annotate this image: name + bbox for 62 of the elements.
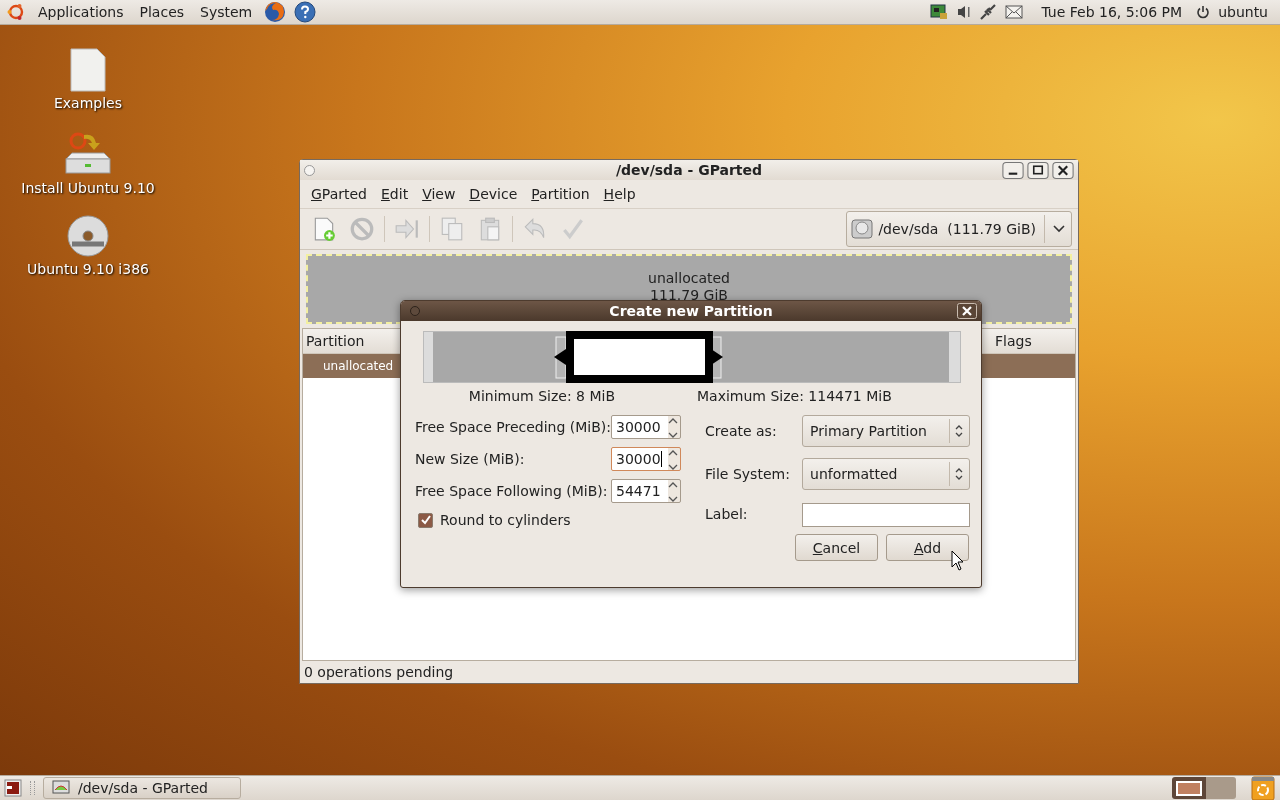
dialog-button[interactable]: Add [886,534,969,561]
chevron-down-icon [1053,225,1065,233]
field-label: Free Space Following (MiB): [415,483,608,499]
spin-field[interactable]: 30000 [611,447,682,471]
up-down-arrows-icon [954,466,965,482]
envelope-icon[interactable] [1005,5,1024,19]
dropdown[interactable]: unformatted [802,458,971,490]
partition-size: 111.79 GiB [650,287,728,304]
workspace-switcher[interactable] [1172,777,1236,799]
checkbox[interactable] [418,512,433,528]
field-label: Create as: [705,423,778,440]
partition-name: unallocated [648,270,730,287]
show-desktop-icon[interactable] [4,779,22,797]
dialog-button[interactable]: Cancel [795,534,878,561]
minimum-size-text: Minimum Size: 8 MiB [467,388,615,404]
window-title: /dev/sda - GParted [614,162,764,178]
maximize-button[interactable] [1027,161,1049,179]
file-icon[interactable] [68,48,108,92]
field-label: Label: [705,505,749,522]
device-selector[interactable]: /dev/sda (111.79 GiB) [846,211,1072,247]
menu-item[interactable]: GParted [304,186,374,202]
user-name[interactable]: ubuntu [1218,4,1268,20]
field-label: New Size (MiB): [415,451,525,467]
desktop-icon-label[interactable]: Ubuntu 9.10 i386 [27,261,149,277]
minimize-button[interactable] [1002,161,1024,179]
taskbar-button[interactable]: /dev/sda - GParted [43,777,241,799]
checkmark-icon[interactable] [560,216,586,242]
menu-item[interactable]: View [415,186,463,202]
spin-field[interactable]: 30000 [611,415,682,439]
close-button[interactable] [1052,161,1074,179]
volume-icon[interactable] [957,4,972,20]
menu-item[interactable]: Partition [524,186,597,202]
menu-item[interactable]: Device [462,186,525,202]
panel-menu[interactable]: System [200,4,253,20]
desktop-icon-label[interactable]: Install Ubuntu 9.10 [21,180,155,196]
trash-icon[interactable] [1250,775,1276,800]
status-text: 0 operations pending [304,664,454,680]
menu-item[interactable]: Edit [374,186,416,202]
help-icon[interactable] [294,1,317,23]
dropdown[interactable]: Primary Partition [802,415,971,448]
input-field[interactable] [802,502,971,527]
spin-field[interactable]: 54471 [611,479,682,503]
maximum-size-text: Maximum Size: 114471 MiB [697,388,892,404]
close-button[interactable] [957,303,977,319]
panel-menu[interactable]: Places [139,4,185,20]
panel-menu[interactable]: Applications [38,4,124,20]
column-header[interactable]: Partition [303,333,365,349]
desktop-icon-label[interactable]: Examples [54,95,122,111]
network-card-icon[interactable] [929,2,950,22]
monitor-icon [52,780,70,796]
dialog-title: Create new Partition [608,303,774,319]
clock[interactable]: Tue Feb 16, 5:06 PM [1041,4,1183,20]
mouse-pointer-icon [951,550,965,572]
menu-item[interactable]: Help [596,186,643,202]
partition-resizer-drawing[interactable] [423,331,961,383]
field-label: File System: [705,466,791,482]
column-header[interactable]: Flags [992,333,1075,349]
plug-icon[interactable] [979,3,998,21]
power-icon[interactable] [1196,5,1211,19]
checkbox-label[interactable]: Round to cylinders [440,512,571,528]
field-label: Free Space Preceding (MiB): [415,419,612,435]
cd-icon[interactable] [66,214,110,258]
